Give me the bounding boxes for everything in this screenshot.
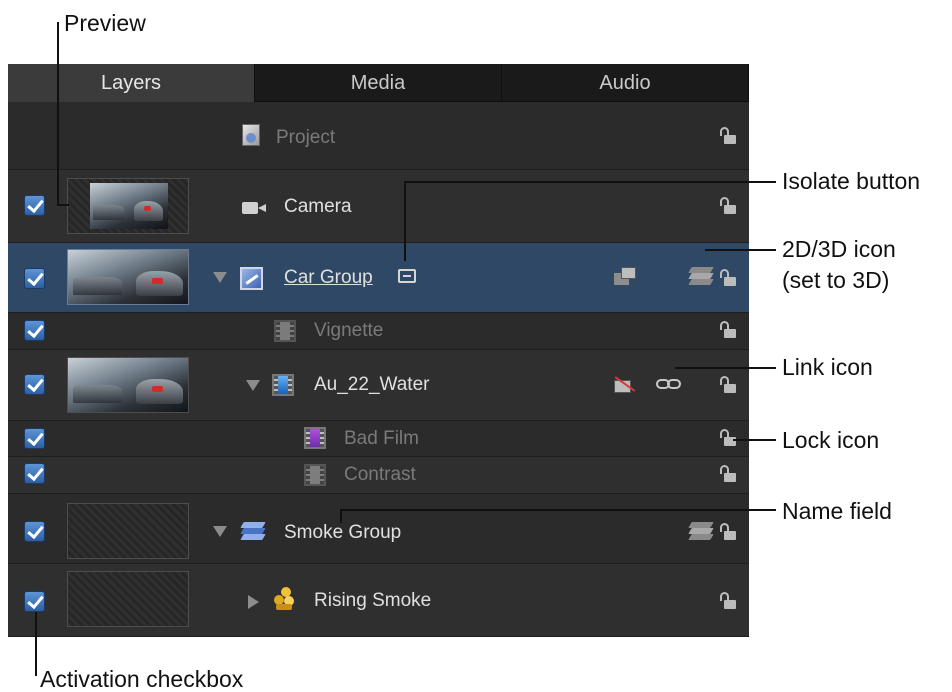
lock-icon[interactable] xyxy=(720,197,736,215)
lock-icon[interactable] xyxy=(720,429,736,447)
leader-line-link xyxy=(675,367,776,369)
leader-line-preview xyxy=(57,204,69,206)
leader-line-isolate xyxy=(404,181,776,183)
activation-checkbox[interactable] xyxy=(24,195,45,216)
isolate-button-icon[interactable] xyxy=(398,269,416,283)
layer-name-vignette[interactable]: Vignette xyxy=(314,320,383,342)
callout-2d3d-icon-line1: 2D/3D icon xyxy=(782,236,896,262)
layer-name-car-group[interactable]: Car Group xyxy=(284,267,373,289)
3d-group-icon xyxy=(240,522,268,540)
layer-name-camera[interactable]: Camera xyxy=(284,196,352,218)
lock-icon[interactable] xyxy=(720,269,736,287)
filter-icon xyxy=(304,427,326,449)
activation-checkbox[interactable] xyxy=(24,521,45,542)
mask-disabled-icon[interactable] xyxy=(614,375,636,393)
leader-line-2d3d xyxy=(705,249,776,251)
layer-name-bad-film[interactable]: Bad Film xyxy=(344,428,419,450)
emitter-icon xyxy=(272,587,298,611)
camera-icon xyxy=(242,199,268,215)
disclosure-triangle-icon[interactable] xyxy=(248,595,259,609)
layer-row-vignette[interactable]: Vignette xyxy=(8,313,749,350)
leader-line-name-field xyxy=(340,509,342,523)
leader-line-lock xyxy=(733,439,776,441)
activation-checkbox[interactable] xyxy=(24,320,45,341)
leader-line-name-field xyxy=(340,509,776,511)
callout-link-icon: Link icon xyxy=(782,354,873,380)
link-icon[interactable] xyxy=(656,379,684,391)
layer-name-project[interactable]: Project xyxy=(276,127,335,149)
callout-isolate-button: Isolate button xyxy=(782,168,921,194)
leader-line-activation xyxy=(35,612,37,676)
clip-icon xyxy=(272,374,294,396)
group-icon xyxy=(240,267,263,290)
tab-audio[interactable]: Audio xyxy=(502,64,749,102)
callout-2d3d-icon-line2: (set to 3D) xyxy=(782,267,890,293)
activation-checkbox[interactable] xyxy=(24,591,45,612)
layer-row-contrast[interactable]: Contrast xyxy=(8,457,749,494)
preview-thumbnail xyxy=(67,503,189,559)
disclosure-triangle-icon[interactable] xyxy=(246,380,260,391)
filter-icon xyxy=(304,464,326,486)
activation-checkbox[interactable] xyxy=(24,428,45,449)
disclosure-triangle-icon[interactable] xyxy=(213,526,227,537)
tab-media[interactable]: Media xyxy=(255,64,502,102)
3d-group-icon[interactable] xyxy=(688,267,716,285)
callout-activation-checkbox: Activation checkbox xyxy=(40,666,244,692)
activation-checkbox[interactable] xyxy=(24,374,45,395)
activation-checkbox[interactable] xyxy=(24,268,45,289)
layer-name-rising-smoke[interactable]: Rising Smoke xyxy=(314,590,431,612)
callout-name-field: Name field xyxy=(782,498,892,524)
lock-icon[interactable] xyxy=(720,465,736,483)
callout-lock-icon: Lock icon xyxy=(782,427,880,453)
lock-icon[interactable] xyxy=(720,127,736,145)
activation-checkbox[interactable] xyxy=(24,463,45,484)
disclosure-triangle-icon[interactable] xyxy=(213,272,227,283)
layer-name-smoke-group[interactable]: Smoke Group xyxy=(284,522,401,544)
preview-thumbnail xyxy=(67,178,189,234)
layers-panel: Layers Media Audio Project Camera Car Gr… xyxy=(8,64,749,637)
callout-preview: Preview xyxy=(64,10,146,36)
mask-icon[interactable] xyxy=(614,267,636,285)
leader-line-isolate xyxy=(404,181,406,261)
preview-thumbnail xyxy=(67,571,189,627)
lock-icon[interactable] xyxy=(720,321,736,339)
project-icon xyxy=(242,124,260,146)
layer-row-car-group[interactable]: Car Group xyxy=(8,243,749,313)
lock-icon[interactable] xyxy=(720,523,736,541)
leader-line-preview xyxy=(57,22,59,206)
3d-group-icon[interactable] xyxy=(688,522,716,540)
layer-row-rising-smoke[interactable]: Rising Smoke xyxy=(8,564,749,637)
layer-row-bad-film[interactable]: Bad Film xyxy=(8,421,749,457)
tab-layers[interactable]: Layers xyxy=(8,64,255,102)
lock-icon[interactable] xyxy=(720,592,736,610)
layer-row-project[interactable]: Project xyxy=(8,102,749,170)
layer-name-au-22-water[interactable]: Au_22_Water xyxy=(314,374,429,396)
layer-row-smoke-group[interactable]: Smoke Group xyxy=(8,494,749,564)
layer-name-contrast[interactable]: Contrast xyxy=(344,464,416,486)
lock-icon[interactable] xyxy=(720,376,736,394)
filter-icon xyxy=(274,320,296,342)
preview-thumbnail xyxy=(67,249,189,305)
layer-row-au-22-water[interactable]: Au_22_Water xyxy=(8,350,749,421)
preview-thumbnail xyxy=(67,357,189,413)
panel-tabs: Layers Media Audio xyxy=(8,64,749,102)
